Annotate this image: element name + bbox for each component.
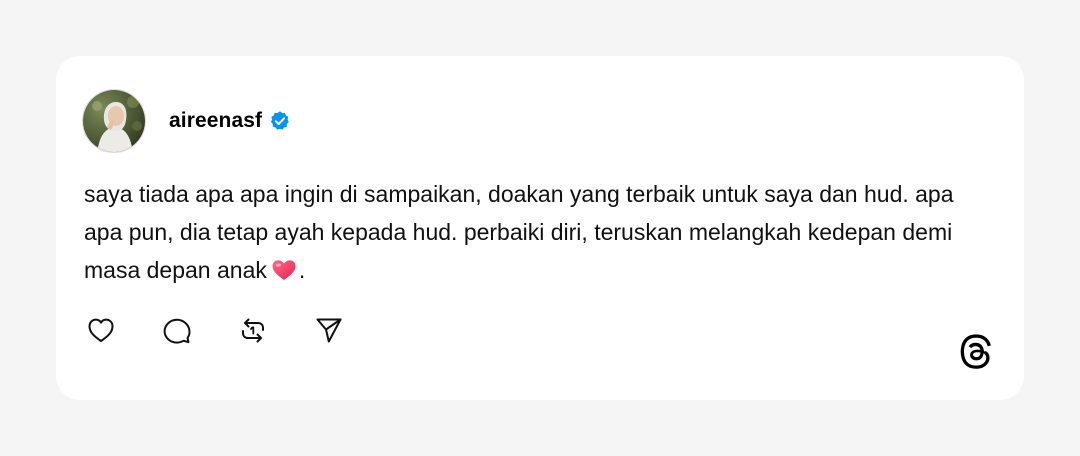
post-actions [85,314,389,346]
username[interactable]: aireenasf [169,109,262,133]
post-header: aireenasf [82,89,291,153]
reply-button[interactable] [161,314,193,346]
heart-emoji [271,259,297,281]
post-card: aireenasf saya tiada apa apa ingin di sa… [56,56,1024,400]
comment-bubble-icon [163,318,191,344]
threads-logo-icon[interactable] [958,334,994,372]
avatar-image [83,90,145,152]
verified-badge-icon [269,110,291,132]
username-row: aireenasf [169,109,291,133]
repost-icon [242,318,264,343]
send-paper-plane-icon [316,318,342,343]
like-button[interactable] [85,314,117,346]
share-button[interactable] [313,314,345,346]
post-text: saya tiada apa apa ingin di sampaikan, d… [84,175,984,289]
avatar[interactable] [82,89,146,153]
post-text-end: . [298,257,306,283]
post-text-line-1: saya tiada apa apa ingin di sampaikan, d… [84,181,858,207]
heart-outline-icon [88,318,114,342]
repost-button[interactable] [237,314,269,346]
